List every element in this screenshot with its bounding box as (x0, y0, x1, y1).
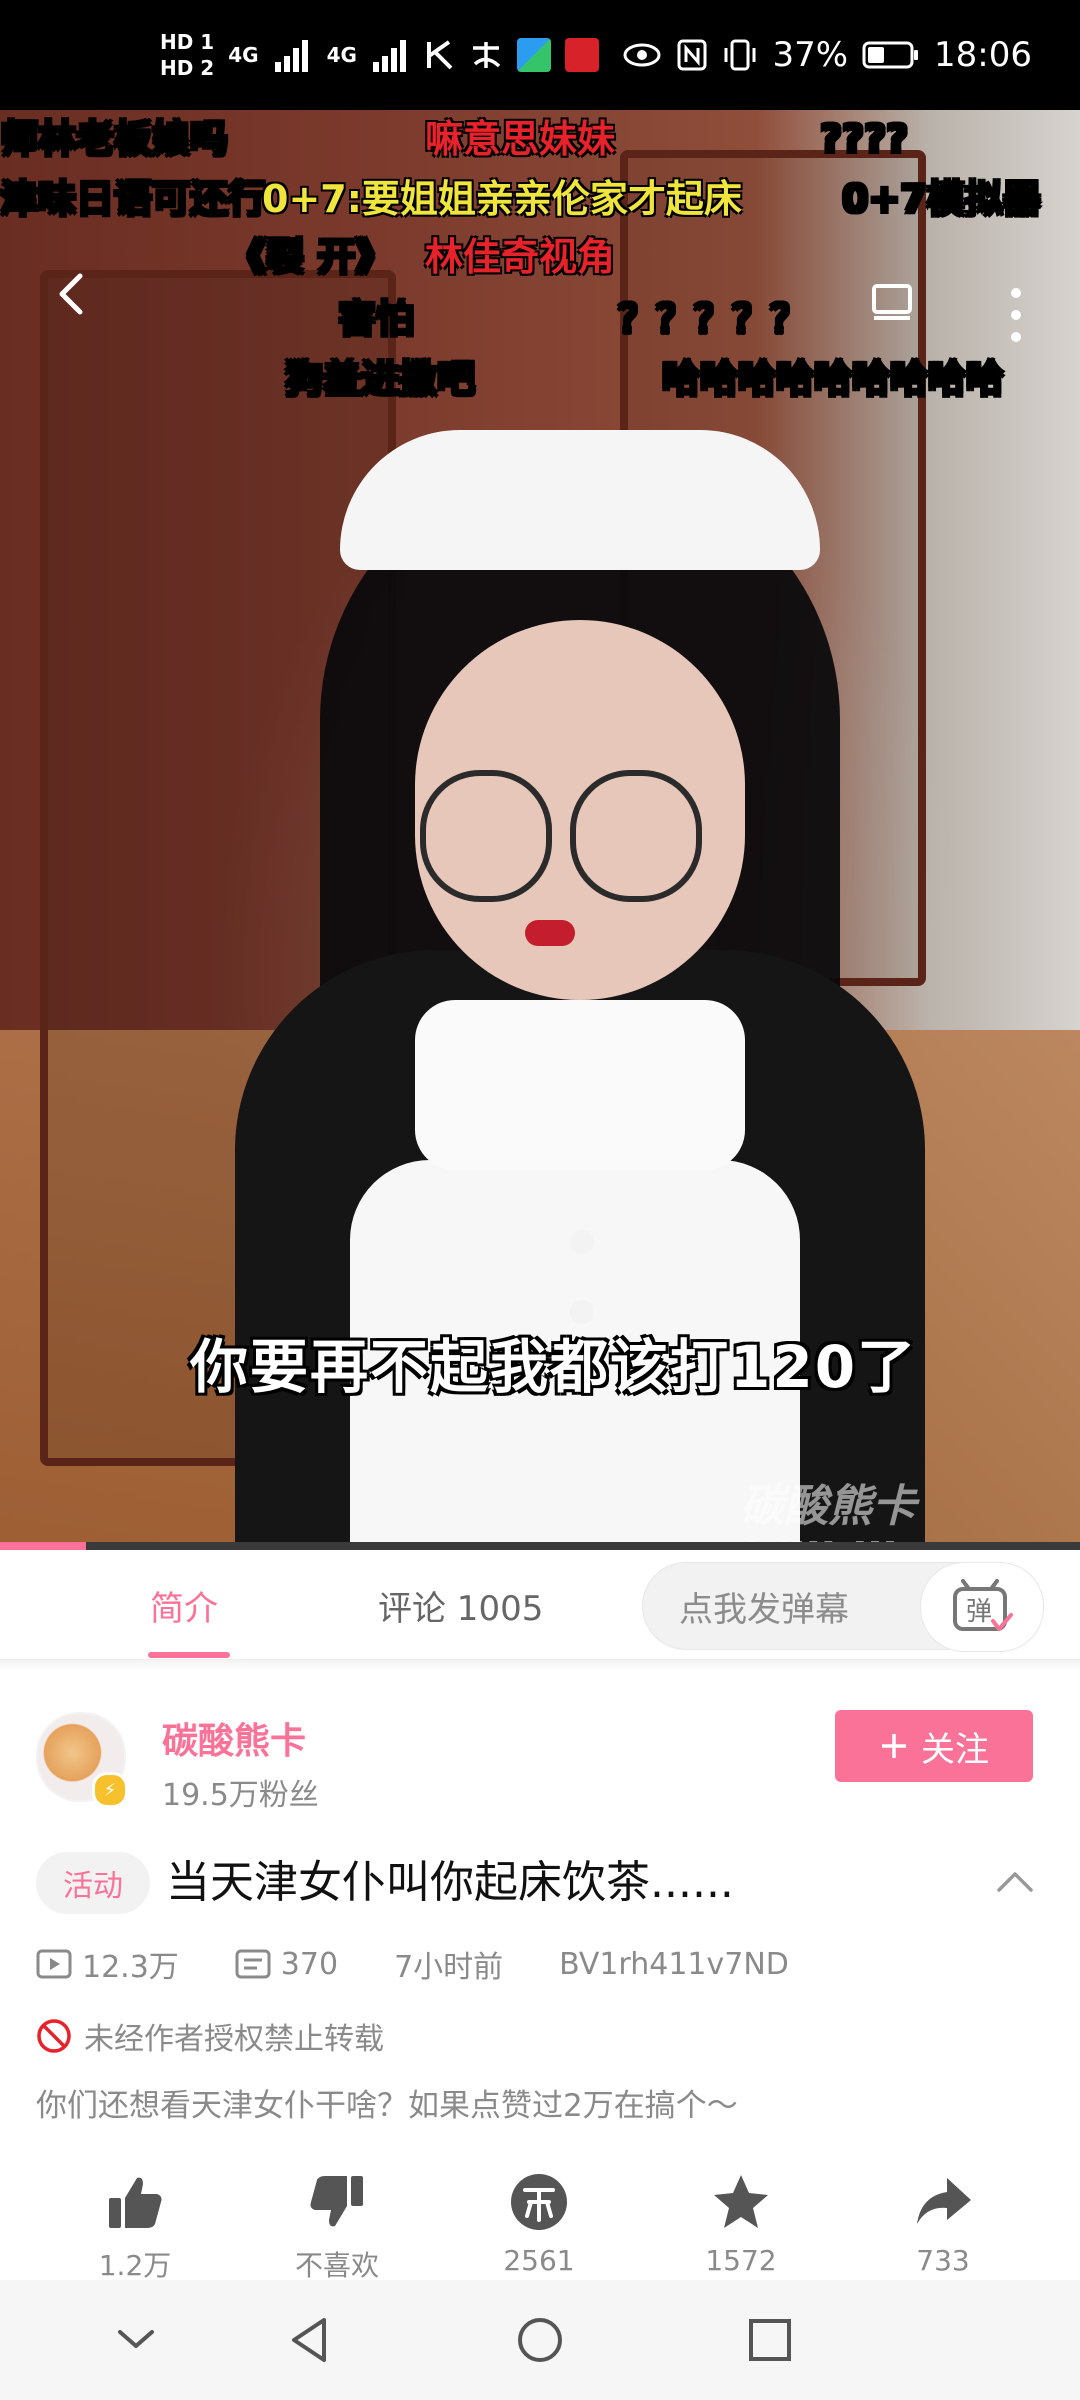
alipay-icon (472, 42, 501, 68)
danmaku-comment: 狗羞进撒吧 (285, 357, 476, 401)
tab-active-indicator (148, 1652, 230, 1658)
status-bar: HD 1 HD 2 4G 4G 37% 18:06 (0, 0, 1080, 110)
nav-back-icon[interactable] (280, 2310, 340, 2370)
maid-collar (415, 1000, 745, 1170)
danmaku-toggle-button[interactable]: 弹 (920, 1562, 1044, 1652)
no-repost-warning: 未经作者授权禁止转载 (36, 2014, 384, 2058)
views-count: 12.3万 (82, 1950, 179, 1985)
k-app-icon (426, 40, 453, 70)
battery-percent: 37% (772, 35, 849, 75)
plus-icon (882, 1734, 906, 1758)
danmaku-comment: 嘛意思妹妹 (425, 117, 616, 161)
like-count: 1.2万 (98, 2249, 172, 2282)
bvid: BV1rh411v7ND (559, 1946, 789, 1982)
clock: 18:06 (934, 35, 1032, 75)
dress-button (570, 1230, 594, 1254)
more-vertical-icon[interactable] (1010, 285, 1022, 345)
status-left: HD 1 HD 2 4G 4G (160, 32, 599, 78)
eye-comfort-icon (623, 43, 661, 67)
nfc-icon (677, 39, 707, 71)
follow-button[interactable]: 关注 (835, 1710, 1033, 1782)
sim-indicators: HD 1 HD 2 (160, 32, 214, 78)
glasses-right (570, 770, 702, 902)
signal2-icon (372, 40, 406, 72)
danmaku-comment: 林佳奇视角 (425, 235, 616, 279)
views-stat: 12.3万 (36, 1942, 179, 1986)
share-button[interactable]: 733 (868, 2172, 1018, 2284)
star-icon (714, 2175, 768, 2228)
publish-time: 7小时前 (394, 1950, 504, 1985)
mouth (525, 920, 575, 946)
tab-comments[interactable]: 评论 1005 (378, 1550, 543, 1660)
thumbs-up-icon (109, 2177, 162, 2228)
sim2-label: HD 2 (160, 56, 215, 80)
coin-icon (511, 2174, 567, 2230)
fans-count: 19.5万粉丝 (162, 1778, 319, 1813)
video-stats: 12.3万 370 7小时前 BV1rh411v7ND (36, 1942, 789, 1986)
video-description: 你们还想看天津女仆干啥？如果点赞过2万在搞个～ (36, 2088, 738, 2124)
chevron-down-icon[interactable] (106, 2310, 166, 2370)
news-app-icon (564, 38, 599, 72)
signal2-type: 4G (326, 43, 357, 67)
share-icon (917, 2178, 971, 2224)
danmaku-comment: 哈哈哈哈哈哈哈哈哈 (662, 357, 1005, 401)
tabs-shadow (0, 1660, 1080, 1672)
uploader-name[interactable]: 碳酸熊卡 (162, 1712, 306, 1764)
app-notification-icon (516, 38, 551, 72)
nav-recents-icon[interactable] (740, 2310, 800, 2370)
video-progress-fill (0, 1542, 87, 1550)
coin-count: 2561 (503, 2244, 575, 2277)
glasses-left (420, 770, 552, 902)
activity-tag[interactable]: 活动 (36, 1852, 150, 1914)
video-progress-bar[interactable] (0, 1542, 1080, 1550)
back-arrow-icon[interactable] (50, 270, 98, 318)
danmaku-comment: 0+7:要姐姐亲亲伦家才起床 (262, 177, 742, 221)
follow-label: 关注 (921, 1729, 989, 1770)
chevron-up-icon[interactable] (995, 1866, 1035, 1896)
system-nav-bar (0, 2280, 1080, 2400)
video-subtitle: 你要再不起我都该打120了 (190, 1333, 918, 1401)
tab-intro[interactable]: 简介 (150, 1550, 218, 1660)
danmaku-comment: ???? (820, 117, 909, 161)
favorite-button[interactable]: 1572 (666, 2172, 816, 2284)
forbidden-icon (37, 2019, 71, 2053)
danmaku-count-icon (235, 1949, 271, 1979)
video-watermark: 碳酸熊卡 bilibili (740, 1481, 916, 1550)
lightning-badge-icon: ⚡ (92, 1772, 128, 1808)
danmaku-toggle-icon: 弹 (953, 1579, 1013, 1631)
dislike-label: 不喜欢 (294, 2249, 379, 2282)
signal1-type: 4G (228, 43, 259, 67)
video-title: 当天津女仆叫你起床饮茶...... (166, 1857, 734, 1908)
warning-text: 未经作者授权禁止转载 (84, 2022, 384, 2057)
thumbs-down-icon (310, 2176, 363, 2227)
danmaku-comment: ？？？？？ (618, 297, 809, 341)
danmaku-comment: 津味日语可还行 (0, 177, 267, 221)
status-right: 37% 18:06 (622, 35, 1032, 75)
battery-icon (862, 41, 919, 69)
danmaku-comment: 0+7模拟器 (842, 177, 1041, 221)
cast-icon[interactable] (870, 280, 914, 324)
like-button[interactable]: 1.2万 (60, 2172, 210, 2284)
vibrate-icon (724, 39, 756, 71)
dislike-button[interactable]: 不喜欢 (262, 2172, 412, 2284)
coin-button[interactable]: 2561 (464, 2172, 614, 2284)
danmaku-comment: 害怕 (338, 297, 415, 341)
danmaku-comment: 《裂 开》 (228, 235, 394, 279)
danmaku-toggle-label: 弹 (966, 1597, 992, 1627)
danmaku-comment: 师林老板娘吗 (0, 117, 229, 161)
maid-headband (340, 430, 820, 570)
share-count: 733 (916, 2244, 970, 2277)
nav-home-icon[interactable] (510, 2310, 570, 2370)
danmaku-stat: 370 (235, 1947, 338, 1982)
play-count-icon (36, 1949, 72, 1979)
favorite-count: 1572 (705, 2244, 777, 2277)
signal1-icon (274, 40, 308, 72)
sim1-label: HD 1 (160, 30, 215, 54)
danmaku-count: 370 (280, 1946, 339, 1982)
video-player[interactable]: 师林老板娘吗 嘛意思妹妹 ???? 津味日语可还行 0+7:要姐姐亲亲伦家才起床… (0, 110, 1080, 1550)
